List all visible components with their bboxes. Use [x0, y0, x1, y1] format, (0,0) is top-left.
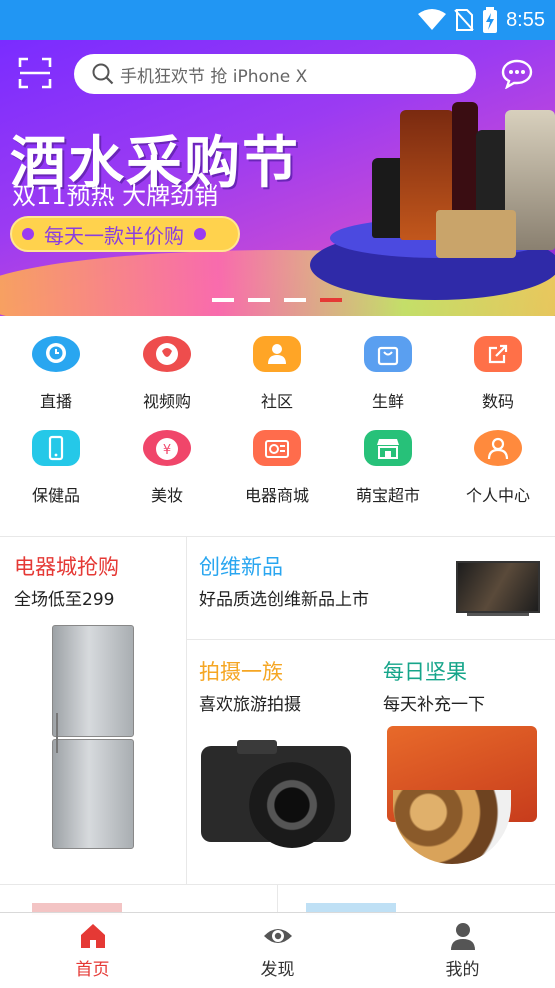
promo-subtitle: 喜欢旅游拍摄 [199, 695, 301, 715]
money-bag-icon: ¥ [143, 430, 191, 466]
scan-icon[interactable] [18, 57, 52, 89]
category-item-personal-center[interactable]: 个人中心 [443, 410, 553, 506]
battery-charging-icon [483, 7, 498, 33]
category-grid: 直播 视频购 社区 生鲜 数码 保健品 ¥ 美妆 电器商城 萌宝超市 个人中心 [0, 316, 555, 536]
category-label: 社区 [260, 392, 293, 411]
category-item-community[interactable]: 社区 [222, 316, 332, 412]
promo-skyworth[interactable]: 创维新品 好品质选创维新品上市 [187, 537, 555, 639]
profile-icon [450, 923, 475, 950]
carousel-dot[interactable] [248, 298, 270, 302]
share-box-icon [474, 336, 522, 372]
nuts-bowl-image [393, 790, 511, 864]
category-label: 电器商城 [244, 486, 309, 505]
tab-home[interactable]: 首页 [0, 913, 185, 988]
tab-mine[interactable]: 我的 [370, 913, 555, 988]
category-item-digital[interactable]: 数码 [443, 316, 553, 412]
promo-title: 电器城抢购 [14, 555, 119, 579]
carousel-dot-active[interactable] [320, 298, 342, 302]
bottle-image [436, 210, 516, 258]
video-buy-icon [143, 336, 191, 372]
search-placeholder: 手机狂欢节 抢 iPhone X [120, 66, 308, 87]
category-label: 生鲜 [371, 392, 404, 411]
carousel-indicators [212, 298, 342, 302]
tab-discover[interactable]: 发现 [185, 913, 370, 988]
banner-pill[interactable]: 每天一款半价购 [10, 216, 240, 252]
category-label: 直播 [39, 392, 72, 411]
shopping-bag-icon [364, 336, 412, 372]
search-input[interactable]: 手机狂欢节 抢 iPhone X [74, 54, 476, 94]
tv-image [456, 561, 540, 613]
category-item-appliance-mall[interactable]: 电器商城 [222, 410, 332, 506]
category-label: 数码 [481, 392, 514, 411]
phone-icon [32, 430, 80, 466]
promo-subtitle: 好品质选创维新品上市 [199, 590, 369, 610]
promo-subtitle: 每天补充一下 [383, 695, 485, 715]
category-item-health[interactable]: 保健品 [1, 410, 111, 506]
category-label: 萌宝超市 [355, 486, 420, 505]
promo-nuts[interactable]: 每日坚果 每天补充一下 [371, 640, 555, 884]
category-item-fresh[interactable]: 生鲜 [333, 316, 443, 412]
banner-subtitle: 双11预热 大牌劲销 [12, 182, 219, 210]
category-label: 视频购 [142, 392, 191, 411]
tab-label: 我的 [445, 960, 480, 980]
category-label: 美妆 [150, 486, 183, 505]
user-icon [474, 430, 522, 466]
bottom-tab-bar: 首页 发现 我的 [0, 912, 555, 988]
category-item-video[interactable]: 视频购 [112, 316, 222, 412]
category-item-live[interactable]: 直播 [1, 316, 111, 412]
person-icon [253, 336, 301, 372]
store-icon [364, 430, 412, 466]
category-label: 保健品 [31, 486, 80, 505]
carousel-dot[interactable] [212, 298, 234, 302]
status-bar: 8:55 [0, 0, 555, 40]
promo-title: 创维新品 [199, 555, 283, 579]
radio-icon [253, 430, 301, 466]
home-icon [80, 924, 105, 948]
tab-label: 发现 [260, 960, 295, 980]
eye-icon [263, 929, 292, 943]
category-label: 个人中心 [465, 486, 530, 505]
search-icon [92, 63, 114, 85]
category-item-baby-market[interactable]: 萌宝超市 [333, 410, 443, 506]
promo-title: 拍摄一族 [199, 660, 283, 684]
promo-appliance[interactable]: 电器城抢购 全场低至299 [0, 537, 186, 884]
wifi-icon [418, 9, 447, 30]
banner-pill-label: 每天一款半价购 [44, 223, 184, 248]
category-item-beauty[interactable]: ¥ 美妆 [112, 410, 222, 506]
tab-label: 首页 [75, 960, 110, 980]
pill-dot [22, 228, 34, 240]
promo-camera[interactable]: 拍摄一族 喜欢旅游拍摄 [187, 640, 371, 884]
promo-title: 每日坚果 [383, 660, 467, 684]
clock-pin-icon [32, 336, 80, 372]
svg-text:¥: ¥ [163, 443, 171, 458]
status-time: 8:55 [506, 8, 545, 31]
fridge-image [52, 625, 134, 853]
tv-stand [467, 613, 529, 616]
message-icon[interactable] [501, 59, 533, 89]
camera-image [201, 736, 353, 848]
no-sim-icon [454, 9, 474, 31]
promo-subtitle: 全场低至299 [14, 590, 115, 610]
pill-dot [194, 228, 206, 240]
carousel-dot[interactable] [284, 298, 306, 302]
promo-next-row [0, 885, 555, 915]
